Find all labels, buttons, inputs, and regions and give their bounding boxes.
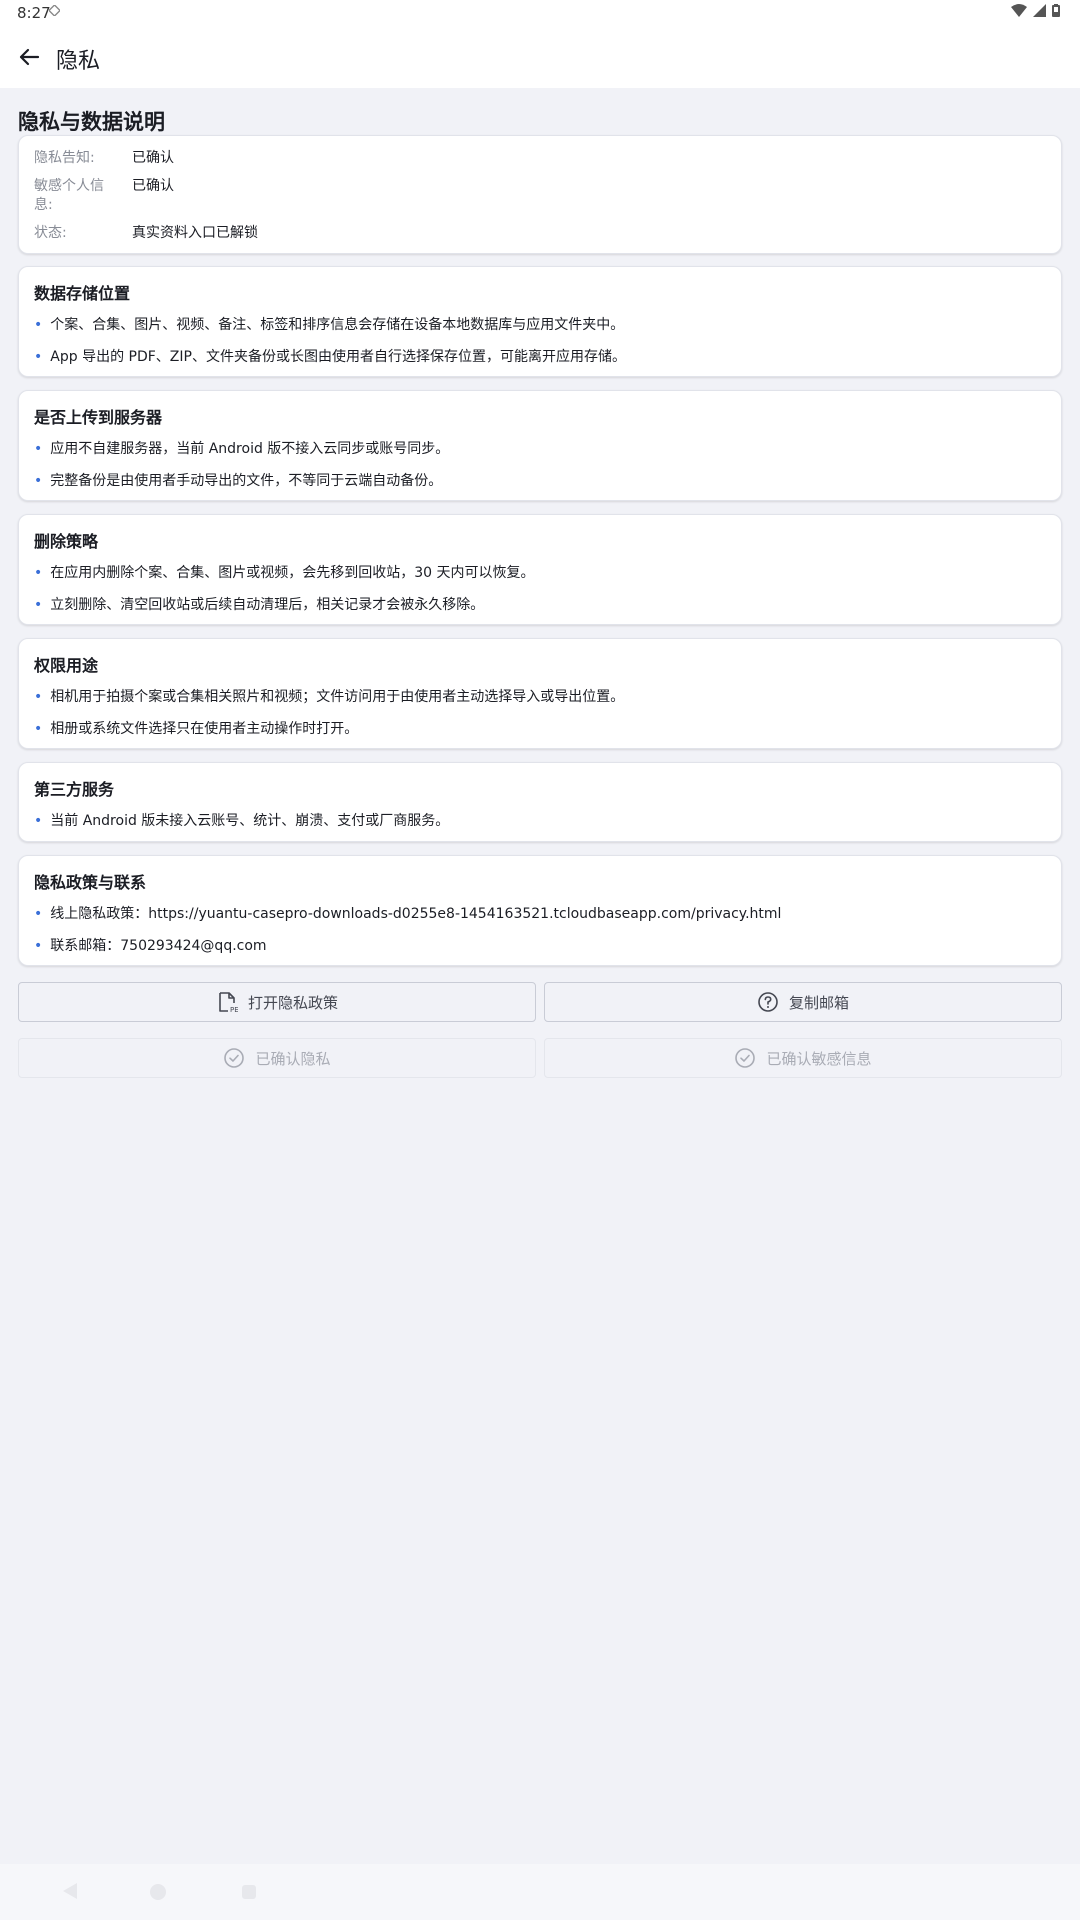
section-title: 是否上传到服务器 xyxy=(34,408,163,427)
list-item: • App 导出的 PDF、ZIP、文件夹备份或长图由使用者自行选择保存位置，可能… xyxy=(34,349,626,365)
list-item: • 立刻删除、清空回收站或后续自动清理后，相关记录才会被永久移除。 xyxy=(34,597,485,613)
section-permissions-card: 权限用途 • 相机用于拍摄个案或合集相关照片和视频；文件访问用于由使用者主动选择导… xyxy=(18,638,1062,749)
status-label: 状态: xyxy=(34,225,67,241)
section-storage-card: 数据存储位置 • 个案、合集、图片、视频、备注、标签和排序信息会存储在设备本地数据… xyxy=(18,266,1062,377)
sensitive-info-value: 已确认 xyxy=(132,178,174,194)
confirmed-privacy-button[interactable]: 已确认隐私 xyxy=(18,1038,536,1078)
copy-email-label: 复制邮箱 xyxy=(788,993,849,1012)
check-circle-icon xyxy=(735,1048,756,1068)
open-privacy-policy-label: 打开隐私政策 xyxy=(247,993,338,1012)
nav-recents-icon[interactable] xyxy=(242,1885,256,1899)
help-circle-icon xyxy=(758,992,778,1012)
section-upload-card: 是否上传到服务器 • 应用不自建服务器，当前 Android 版不接入云同步或账号… xyxy=(18,390,1062,501)
open-privacy-policy-button[interactable]: PE 打开隐私政策 xyxy=(18,982,536,1022)
confirmed-sensitive-info-label: 已确认敏感信息 xyxy=(766,1049,872,1068)
section-title: 第三方服务 xyxy=(34,780,115,799)
section-title: 数据存储位置 xyxy=(34,284,131,303)
section-title: 隐私政策与联系 xyxy=(34,873,147,892)
status-value: 真实资料入口已解锁 xyxy=(132,225,258,241)
nav-home-icon[interactable] xyxy=(150,1884,166,1900)
check-circle-icon xyxy=(224,1048,245,1068)
svg-text:PE: PE xyxy=(230,1006,238,1013)
section-delete-card: 删除策略 • 在应用内删除个案、合集、图片或视频，会先移到回收站，30 天内可以恢… xyxy=(18,514,1062,625)
nav-back-icon[interactable] xyxy=(63,1883,77,1899)
sensitive-info-label: 敏感个人信息: xyxy=(34,178,104,213)
document-icon: PE xyxy=(219,992,238,1013)
status-bar: 8:27 xyxy=(0,0,1080,24)
list-item: • 完整备份是由使用者手动导出的文件，不等同于云端自动备份。 xyxy=(34,473,443,489)
section-title: 删除策略 xyxy=(34,532,99,551)
wifi-icon xyxy=(1011,4,1027,17)
status-icons xyxy=(1011,4,1060,17)
list-item: • 当前 Android 版未接入云账号、统计、崩溃、支付或厂商服务。 xyxy=(34,813,450,829)
confirmed-sensitive-info-button[interactable]: 已确认敏感信息 xyxy=(544,1038,1062,1078)
list-item: • 应用不自建服务器，当前 Android 版不接入云同步或账号同步。 xyxy=(34,441,450,457)
privacy-notice-label: 隐私告知: xyxy=(34,150,95,166)
privacy-status-card: 隐私告知: 已确认 敏感个人信息: 已确认 状态: 真实资料入口已解锁 xyxy=(18,135,1062,254)
back-arrow-icon[interactable] xyxy=(14,42,44,72)
app-bar: 隐私 xyxy=(0,24,1080,88)
list-item: • 联系邮箱：750293424@qq.com xyxy=(34,938,267,954)
page-title: 隐私 xyxy=(56,49,101,74)
battery-icon xyxy=(1052,4,1060,17)
signal-icon xyxy=(1033,4,1046,17)
confirmed-privacy-label: 已确认隐私 xyxy=(255,1049,331,1068)
sim-icon xyxy=(49,5,60,16)
privacy-notice-value: 已确认 xyxy=(132,150,174,166)
list-item: • 相册或系统文件选择只在使用者主动操作时打开。 xyxy=(34,721,359,737)
copy-email-button[interactable]: 复制邮箱 xyxy=(544,982,1062,1022)
list-item: • 线上隐私政策：https://yuantu-casepro-downloads… xyxy=(34,906,782,922)
list-item: • 个案、合集、图片、视频、备注、标签和排序信息会存储在设备本地数据库与应用文件夹… xyxy=(34,317,625,333)
section-policy-contact-card: 隐私政策与联系 • 线上隐私政策：https://yuantu-casepro-d… xyxy=(18,855,1062,966)
list-item: • 在应用内删除个案、合集、图片或视频，会先移到回收站，30 天内可以恢复。 xyxy=(34,565,535,581)
section-heading: 隐私与数据说明 xyxy=(18,110,165,134)
system-navigation-bar xyxy=(0,1864,1080,1920)
section-title: 权限用途 xyxy=(34,656,99,675)
section-third-party-card: 第三方服务 • 当前 Android 版未接入云账号、统计、崩溃、支付或厂商服务。 xyxy=(18,762,1062,842)
status-time: 8:27 xyxy=(17,4,51,22)
list-item: • 相机用于拍摄个案或合集相关照片和视频；文件访问用于由使用者主动选择导入或导出位… xyxy=(34,689,625,705)
